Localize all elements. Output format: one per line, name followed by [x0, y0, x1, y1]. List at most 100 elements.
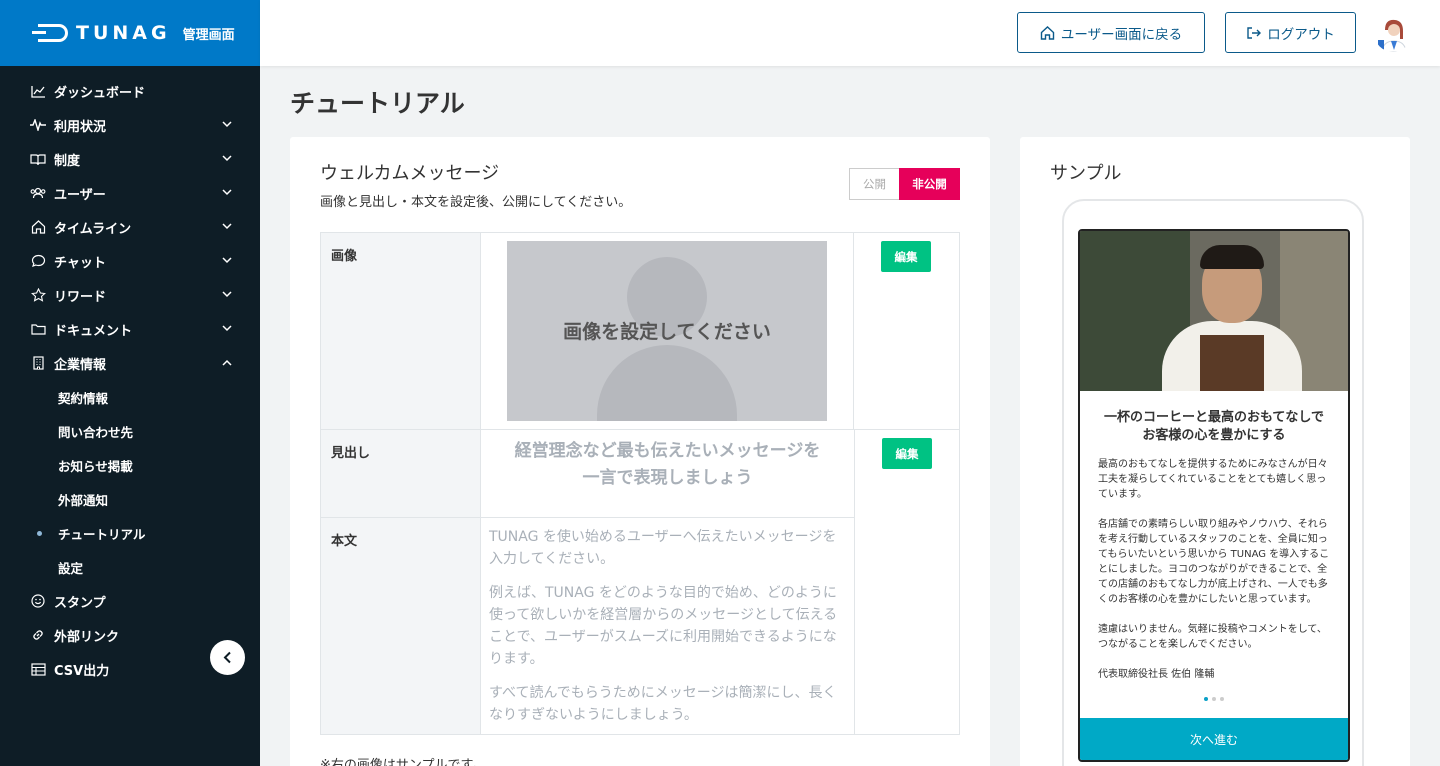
sample-body: 最高のおもてなしを提供するためにみなさんが日々工夫を凝らしてくれていることをとて… [1080, 445, 1348, 682]
sample-body-paragraph: 各店舗での素晴らしい取り組みやノウハウ、それらを考え行動しているスタッフのことを… [1098, 519, 1330, 605]
users-icon [30, 185, 46, 201]
carousel-dot [1220, 697, 1224, 701]
folder-icon [30, 321, 46, 337]
sidebar-item-label: ユーザー [54, 187, 106, 203]
star-icon [30, 287, 46, 303]
sample-title: サンプル [1050, 163, 1122, 184]
back-to-user-screen-label: ユーザー画面に戻る [1060, 26, 1183, 43]
sidebar-item-usage[interactable]: 利用状況 [0, 108, 260, 142]
sidebar-item-document[interactable]: ドキュメント [0, 312, 260, 346]
sidebar-item-users[interactable]: ユーザー [0, 176, 260, 210]
sidebar-item-label: スタンプ [54, 595, 106, 611]
home-icon [1040, 25, 1055, 40]
sidebar-item-reward[interactable]: リワード [0, 278, 260, 312]
sidebar: TUNAG 管理画面 ダッシュボード 利用状況 制度 ユーザー タイムライン チ… [0, 0, 260, 766]
sidebar-item-company[interactable]: 企業情報 [0, 346, 260, 380]
heading-row: 見出し 経営理念など最も伝えたいメッセージを 一言で表現しましょう [321, 430, 854, 517]
heading-cell: 経営理念など最も伝えたいメッセージを 一言で表現しましょう [481, 430, 854, 517]
welcome-message-card: ウェルカムメッセージ 画像と見出し・本文を設定後、公開にしてください。 公開 非… [290, 137, 990, 766]
sidebar-item-label: リワード [54, 289, 107, 305]
sidebar-item-chat[interactable]: チャット [0, 244, 260, 278]
image-action-cell: 編集 [854, 233, 959, 429]
chevron-down-icon [222, 120, 232, 131]
heading-label: 見出し [321, 430, 481, 517]
heading-placeholder-line2: 一言で表現しましょう [582, 468, 753, 488]
sidebar-subitem-settings[interactable]: 設定 [0, 550, 260, 584]
edit-text-button[interactable]: 編集 [882, 438, 932, 469]
edit-image-button[interactable]: 編集 [881, 241, 931, 272]
sidebar-item-label: タイムライン [54, 221, 132, 237]
body-row: 本文 TUNAG を使い始めるユーザーへ伝えたいメッセージを入力してください。 … [321, 517, 854, 734]
toggle-public-button[interactable]: 公開 [849, 168, 899, 200]
sample-card: サンプル 一杯のコーヒーと最高のおもてなしで お客様の心を豊かにする 最高のおも… [1020, 137, 1410, 766]
sample-heading-line2: お客様の心を豊かにする [1142, 428, 1286, 443]
logout-label: ログアウト [1267, 26, 1335, 43]
body-placeholder-paragraph: すべて読んでもらうためにメッセージは簡潔にし、長くなりすぎないようにしましょう。 [489, 685, 837, 723]
sample-heading-line1: 一杯のコーヒーと最高のおもてなしで [1103, 410, 1325, 425]
chevron-down-icon [222, 154, 232, 165]
brand-name: TUNAG [76, 22, 171, 44]
chevron-down-icon [222, 290, 232, 301]
sidebar-subitem-contact[interactable]: 問い合わせ先 [0, 414, 260, 448]
brand-logo[interactable]: TUNAG 管理画面 [0, 0, 260, 66]
sidebar-item-label: ドキュメント [54, 323, 133, 339]
sidebar-item-label: ダッシュボード [54, 85, 146, 101]
logout-button[interactable]: ログアウト [1225, 12, 1356, 53]
welcome-message-description: 画像と見出し・本文を設定後、公開にしてください。 [320, 195, 632, 210]
sidebar-subitem-contract[interactable]: 契約情報 [0, 380, 260, 414]
smile-icon [30, 593, 46, 609]
chart-line-icon [30, 83, 46, 99]
sample-signature: 代表取締役社長 佐伯 隆輔 [1098, 669, 1215, 680]
carousel-dot [1212, 697, 1216, 701]
heading-placeholder-line1: 経営理念など最も伝えたいメッセージを [514, 441, 821, 461]
body-placeholder-paragraph: TUNAG を使い始めるユーザーへ伝えたいメッセージを入力してください。 [489, 529, 837, 567]
chevron-left-icon [223, 651, 231, 664]
user-avatar-icon [1374, 14, 1412, 52]
sample-heading: 一杯のコーヒーと最高のおもてなしで お客様の心を豊かにする [1080, 409, 1348, 445]
sidebar-subitem-notice[interactable]: お知らせ掲載 [0, 448, 260, 482]
image-placeholder: 画像を設定してください [507, 241, 827, 421]
table-icon [30, 661, 46, 677]
welcome-message-title: ウェルカムメッセージ [320, 163, 500, 184]
image-placeholder-text: 画像を設定してください [563, 321, 771, 343]
phone-mockup: 一杯のコーヒーと最高のおもてなしで お客様の心を豊かにする 最高のおもてなしを提… [1062, 199, 1364, 766]
sidebar-item-label: 制度 [54, 153, 81, 169]
logout-icon [1247, 26, 1262, 39]
toggle-private-button[interactable]: 非公開 [899, 168, 960, 200]
sidebar-item-dashboard[interactable]: ダッシュボード [0, 74, 260, 108]
sidebar-item-label: 企業情報 [54, 357, 107, 373]
publish-toggle: 公開 非公開 [849, 168, 960, 200]
sidebar-subitem-tutorial[interactable]: チュートリアル [0, 516, 260, 550]
carousel-dots [1080, 697, 1348, 701]
chat-icon [30, 253, 46, 269]
chevron-down-icon [222, 256, 232, 267]
phone-screen: 一杯のコーヒーと最高のおもてなしで お客様の心を豊かにする 最高のおもてなしを提… [1078, 229, 1350, 762]
image-label: 画像 [321, 233, 481, 429]
brand-subtitle: 管理画面 [182, 27, 235, 43]
sidebar-item-stamp[interactable]: スタンプ [0, 584, 260, 618]
tunag-logo-icon [32, 24, 68, 42]
sidebar-item-label: 外部リンク [54, 629, 120, 645]
book-icon [30, 151, 46, 167]
text-action-cell: 編集 [854, 430, 959, 734]
page-title: チュートリアル [290, 89, 465, 118]
sample-photo [1080, 231, 1348, 391]
chevron-down-icon [222, 324, 232, 335]
sidebar-collapse-button[interactable] [210, 640, 245, 675]
pulse-icon [30, 117, 46, 133]
sidebar-item-label: CSV出力 [54, 663, 110, 679]
body-cell: TUNAG を使い始めるユーザーへ伝えたいメッセージを入力してください。 例えば… [481, 518, 854, 734]
building-icon [30, 355, 46, 371]
text-rows: 見出し 経営理念など最も伝えたいメッセージを 一言で表現しましょう 本文 TUN… [321, 429, 959, 734]
avatar[interactable] [1374, 14, 1412, 52]
image-row: 画像 画像を設定してください 編集 [321, 233, 959, 429]
body-label: 本文 [321, 518, 481, 734]
sample-next-button[interactable]: 次へ進む [1080, 718, 1348, 760]
sample-note: ※右の画像はサンプルです。 [320, 758, 486, 766]
back-to-user-screen-button[interactable]: ユーザー画面に戻る [1017, 12, 1205, 53]
sidebar-subitem-external-notify[interactable]: 外部通知 [0, 482, 260, 516]
top-header: ユーザー画面に戻る ログアウト [260, 0, 1440, 66]
body-placeholder-paragraph: 例えば、TUNAG をどのような目的で始め、どのように使って欲しいかを経営層から… [489, 585, 838, 667]
sidebar-item-timeline[interactable]: タイムライン [0, 210, 260, 244]
sidebar-item-system[interactable]: 制度 [0, 142, 260, 176]
